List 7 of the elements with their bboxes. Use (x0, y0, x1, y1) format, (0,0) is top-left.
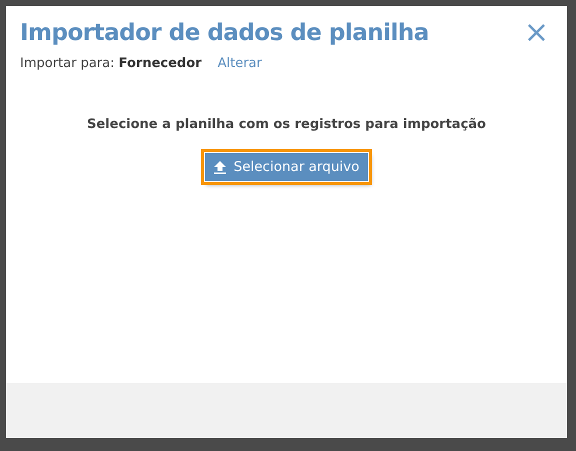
import-target-label: Importar para: Fornecedor (20, 56, 202, 71)
dialog-title: Importador de dados de planilha (20, 20, 429, 46)
close-button[interactable]: × (520, 20, 553, 46)
instruction-text: Selecione a planilha com os registros para importação (87, 117, 486, 132)
select-file-button[interactable]: Selecionar arquivo (204, 152, 370, 182)
change-link[interactable]: Alterar (218, 56, 262, 71)
upload-icon (214, 160, 226, 174)
